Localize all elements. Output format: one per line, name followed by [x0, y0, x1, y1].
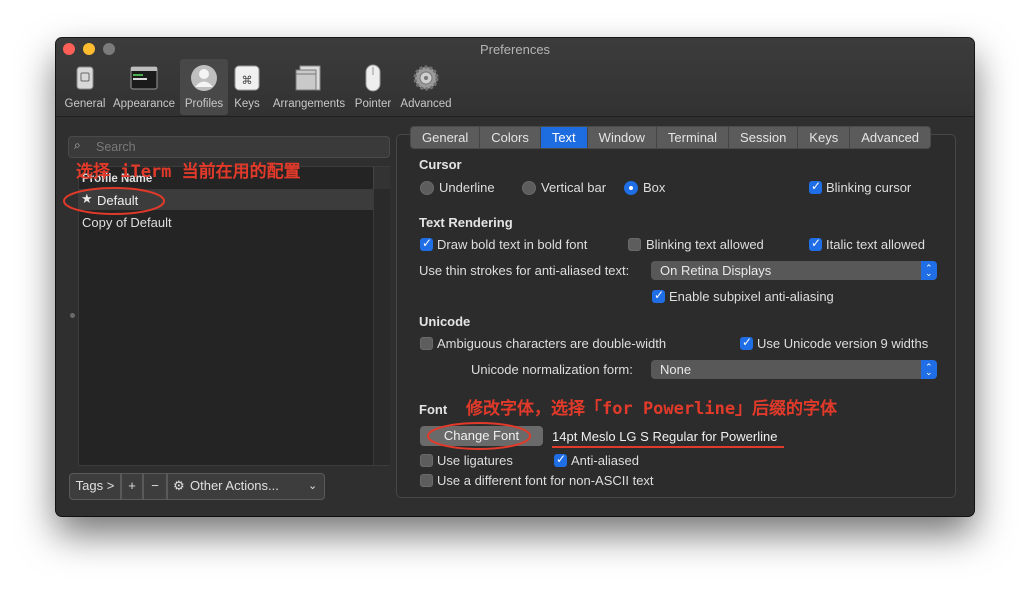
ambiguous-width-label: Ambiguous characters are double-width — [437, 336, 667, 351]
toolbar-label: Keys — [234, 98, 260, 110]
cursor-vertical-bar-label: Vertical bar — [541, 180, 607, 195]
italic-text-checkbox[interactable] — [809, 236, 822, 251]
normalization-value: None — [660, 362, 692, 377]
annotation-underline-font — [552, 446, 784, 448]
search-placeholder: Search — [96, 140, 136, 154]
cursor-underline-label: Underline — [439, 180, 495, 195]
thin-strokes-value: On Retina Displays — [660, 263, 772, 278]
italic-text-label: Italic text allowed — [826, 237, 925, 252]
cursor-underline-radio[interactable] — [420, 181, 434, 195]
cursor-box-radio[interactable] — [624, 181, 638, 195]
svg-text:⌘: ⌘ — [242, 74, 253, 87]
other-actions-label: Other Actions... — [190, 478, 279, 493]
toolbar-arrangements[interactable]: Arrangements — [270, 59, 348, 115]
ambiguous-width-checkbox[interactable] — [420, 337, 433, 350]
current-font-label: 14pt Meslo LG S Regular for Powerline — [552, 429, 778, 444]
toolbar-advanced[interactable]: Advanced — [398, 59, 454, 115]
toolbar-profiles[interactable]: Profiles — [180, 59, 228, 115]
blinking-text-label: Blinking text allowed — [646, 237, 764, 252]
subpixel-label: Enable subpixel anti-aliasing — [669, 289, 834, 304]
blinking-text-checkbox[interactable] — [628, 238, 641, 251]
toolbar-general[interactable]: General — [60, 59, 110, 115]
remove-profile-button[interactable]: − — [143, 473, 167, 500]
blinking-cursor-checkbox[interactable] — [809, 179, 822, 194]
toolbar-label: General — [64, 98, 106, 110]
annotation-change-font: 修改字体，选择「for Powerline」后缀的字体 — [466, 399, 838, 419]
thin-strokes-label: Use thin strokes for anti-aliased text: — [419, 263, 630, 278]
ligatures-checkbox[interactable] — [420, 454, 433, 467]
toolbar-keys[interactable]: ⌘ Keys — [230, 59, 264, 115]
keys-icon: ⌘ — [232, 63, 262, 93]
unicode9-checkbox[interactable] — [740, 335, 753, 350]
toolbar-pointer[interactable]: Pointer — [352, 59, 394, 115]
tab-general[interactable]: General — [411, 127, 481, 148]
chevron-down-icon: ⌄ — [308, 480, 318, 492]
chevron-updown-icon — [921, 358, 937, 382]
window-title: Preferences — [479, 42, 551, 57]
toolbar-label: Arrangements — [272, 98, 346, 110]
toolbar-label: Advanced — [400, 98, 452, 110]
profile-list-scrollbar[interactable] — [373, 189, 390, 465]
thin-strokes-select[interactable]: On Retina Displays — [651, 259, 937, 283]
cursor-box-label: Box — [643, 180, 666, 195]
appearance-icon — [129, 63, 159, 93]
pointer-icon — [358, 63, 388, 93]
profiles-icon — [189, 63, 219, 93]
anti-aliased-checkbox[interactable] — [554, 452, 567, 467]
profile-tabs: General Colors Text Window Terminal Sess… — [410, 126, 932, 149]
annotation-circle-default — [63, 187, 165, 215]
ligatures-label: Use ligatures — [437, 453, 513, 468]
arrangements-icon — [294, 63, 324, 93]
tab-advanced[interactable]: Advanced — [850, 127, 930, 148]
blinking-cursor-label: Blinking cursor — [826, 180, 912, 195]
normalization-label: Unicode normalization form: — [471, 362, 633, 377]
tab-window[interactable]: Window — [588, 127, 657, 148]
gear-icon: ⚙ — [173, 478, 185, 493]
annotation-circle-change-font — [427, 422, 531, 450]
cursor-section-heading: Cursor — [419, 157, 462, 172]
add-profile-button[interactable]: + — [121, 473, 143, 500]
unicode-heading: Unicode — [419, 314, 471, 329]
chevron-updown-icon — [921, 259, 937, 283]
preferences-window: Preferences General Appearance Profiles … — [56, 38, 974, 516]
normalization-select[interactable]: None — [651, 358, 937, 382]
text-rendering-heading: Text Rendering — [419, 215, 513, 230]
search-field[interactable]: ⌕ Search — [68, 136, 390, 158]
tab-colors[interactable]: Colors — [480, 127, 541, 148]
other-actions-button[interactable]: ⚙ Other Actions... ⌄ — [167, 473, 325, 500]
non-ascii-font-checkbox[interactable] — [420, 474, 433, 487]
gear-icon — [411, 63, 441, 93]
toolbar-label: Appearance — [112, 98, 176, 110]
search-icon: ⌕ — [74, 138, 81, 152]
draw-bold-checkbox[interactable] — [420, 236, 433, 251]
font-heading: Font — [419, 402, 448, 417]
toolbar-label: Profiles — [184, 98, 224, 110]
profile-name: Copy of Default — [82, 215, 172, 230]
tags-button[interactable]: Tags > — [69, 473, 121, 500]
split-handle[interactable] — [70, 313, 75, 318]
tab-terminal[interactable]: Terminal — [657, 127, 730, 148]
cursor-vertical-bar-radio[interactable] — [522, 181, 536, 195]
header-corner — [373, 167, 390, 190]
tab-text[interactable]: Text — [540, 127, 588, 148]
annotation-select-profile: 选择 iTerm 当前在用的配置 — [76, 162, 301, 182]
toolbar-appearance[interactable]: Appearance — [112, 59, 176, 115]
anti-aliased-label: Anti-aliased — [571, 453, 639, 468]
non-ascii-font-label: Use a different font for non-ASCII text — [437, 473, 654, 488]
general-icon — [70, 63, 100, 93]
draw-bold-label: Draw bold text in bold font — [437, 237, 588, 252]
toolbar-label: Pointer — [354, 98, 392, 110]
title-bar: Preferences General Appearance Profiles … — [56, 38, 974, 117]
subpixel-checkbox[interactable] — [652, 288, 665, 303]
tab-session[interactable]: Session — [729, 127, 799, 148]
tab-keys[interactable]: Keys — [798, 127, 851, 148]
unicode9-label: Use Unicode version 9 widths — [757, 336, 929, 351]
